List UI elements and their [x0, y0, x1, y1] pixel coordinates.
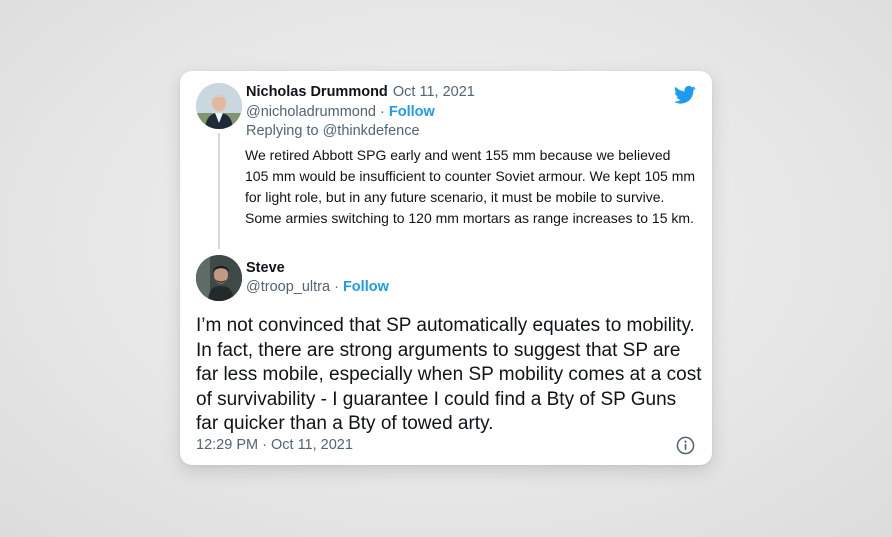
tweet-card: Nicholas Drummond · Oct 11, 2021 @nichol…	[180, 71, 712, 465]
main-handle-line: @troop_ultra · Follow	[246, 279, 389, 295]
reply-date[interactable]: Oct 11, 2021	[393, 84, 475, 100]
replying-to-label: Replying to	[246, 123, 323, 139]
separator-dot: ·	[384, 84, 389, 100]
thread-connector-line	[218, 133, 220, 249]
separator-dot: ·	[262, 437, 267, 453]
separator-dot: ·	[334, 279, 339, 295]
avatar-nicholas-drummond[interactable]	[196, 83, 242, 129]
main-author-handle[interactable]: @troop_ultra	[246, 279, 330, 295]
reply-date-line: · Oct 11, 2021	[384, 84, 475, 100]
info-circle-icon[interactable]	[676, 436, 695, 455]
separator-dot: ·	[380, 104, 385, 120]
reply-author-handle[interactable]: @nicholadrummond	[246, 104, 376, 120]
main-tweet-text: I’m not convinced that SP automatically …	[196, 315, 702, 434]
reply-author-name[interactable]: Nicholas Drummond	[246, 84, 388, 100]
main-author-name[interactable]: Steve	[246, 260, 285, 276]
reply-handle-line: @nicholadrummond · Follow	[246, 104, 435, 120]
replying-to-handle[interactable]: @thinkdefence	[323, 123, 420, 139]
avatar-steve[interactable]	[196, 255, 242, 301]
twitter-bird-icon[interactable]	[674, 85, 696, 105]
follow-button-steve[interactable]: Follow	[343, 279, 389, 295]
replying-to-line: Replying to @thinkdefence	[246, 123, 420, 139]
tweet-timestamp[interactable]: 12:29 PM · Oct 11, 2021	[196, 437, 353, 453]
tweet-time: 12:29 PM	[196, 437, 259, 453]
reply-tweet-text: We retired Abbott SPG early and went 155…	[245, 147, 696, 226]
follow-button-nicholas[interactable]: Follow	[389, 104, 435, 120]
avatar-portrait	[196, 255, 242, 301]
tweet-date: Oct 11, 2021	[270, 437, 353, 453]
avatar-portrait	[196, 83, 242, 129]
